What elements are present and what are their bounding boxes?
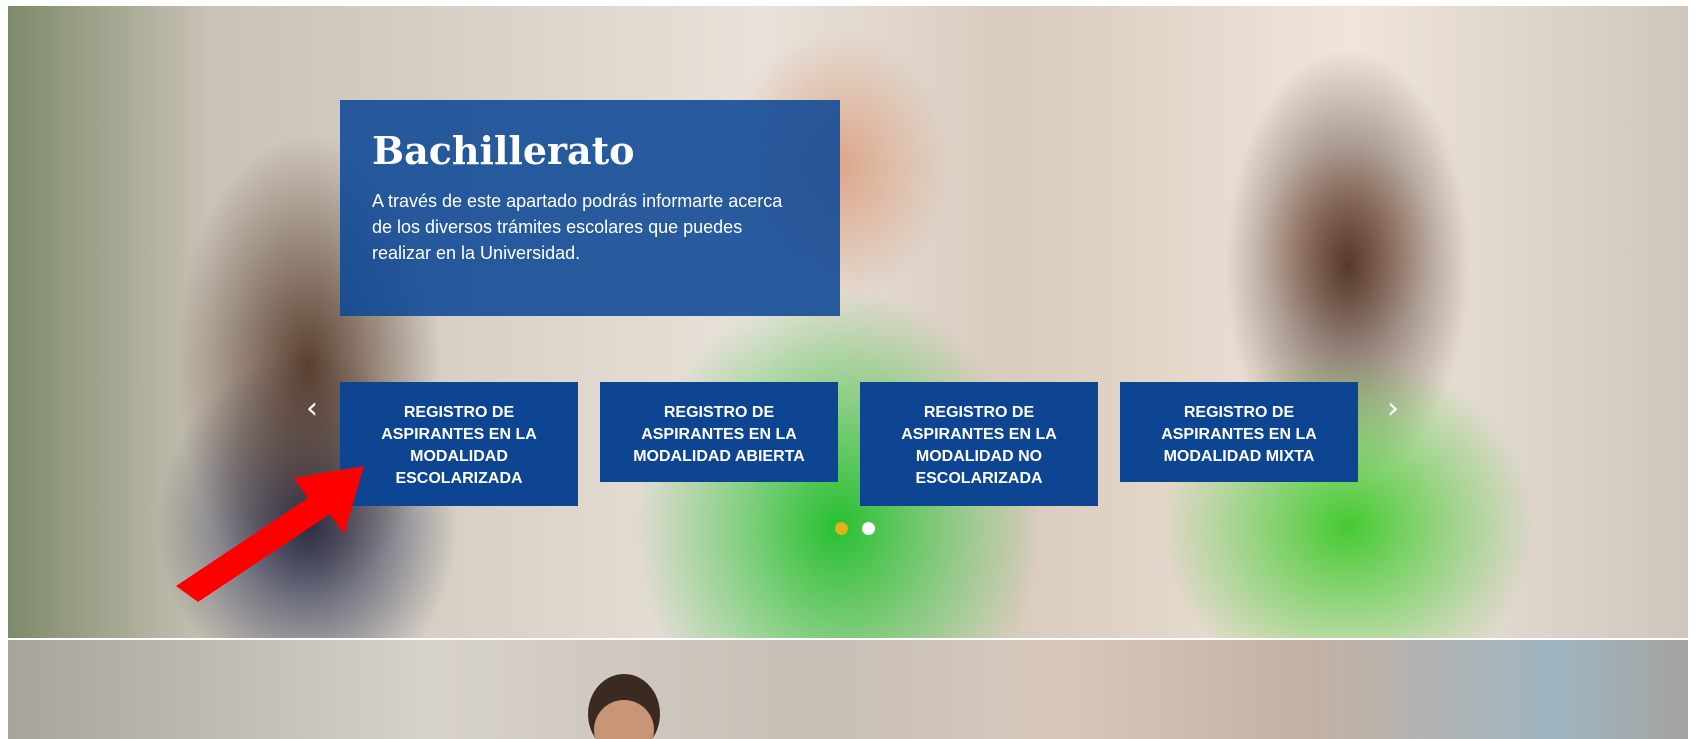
red-arrow-annotation <box>176 466 364 602</box>
registro-no-escolarizada-button[interactable]: REGISTRO DE ASPIRANTES EN LA MODALIDAD N… <box>860 382 1098 506</box>
registro-mixta-button[interactable]: REGISTRO DE ASPIRANTES EN LA MODALIDAD M… <box>1120 382 1358 482</box>
hero-title: Bachillerato <box>372 128 635 173</box>
hero-carousel: Bachillerato A través de este apartado p… <box>8 6 1688 638</box>
chevron-right-icon: › <box>1387 391 1399 426</box>
hero-info-panel: Bachillerato A través de este apartado p… <box>340 100 840 316</box>
hero-description: A través de este apartado podrás informa… <box>372 191 783 263</box>
chevron-left-icon: ‹ <box>306 391 318 426</box>
carousel-dot-1[interactable] <box>835 522 848 535</box>
student-photo <box>588 674 660 739</box>
next-section-banner <box>8 640 1688 739</box>
registro-abierta-button[interactable]: REGISTRO DE ASPIRANTES EN LA MODALIDAD A… <box>600 382 838 482</box>
carousel-dot-2[interactable] <box>862 522 875 535</box>
carousel-next-arrow[interactable]: › <box>1378 394 1408 424</box>
carousel-prev-arrow[interactable]: ‹ <box>297 394 327 424</box>
